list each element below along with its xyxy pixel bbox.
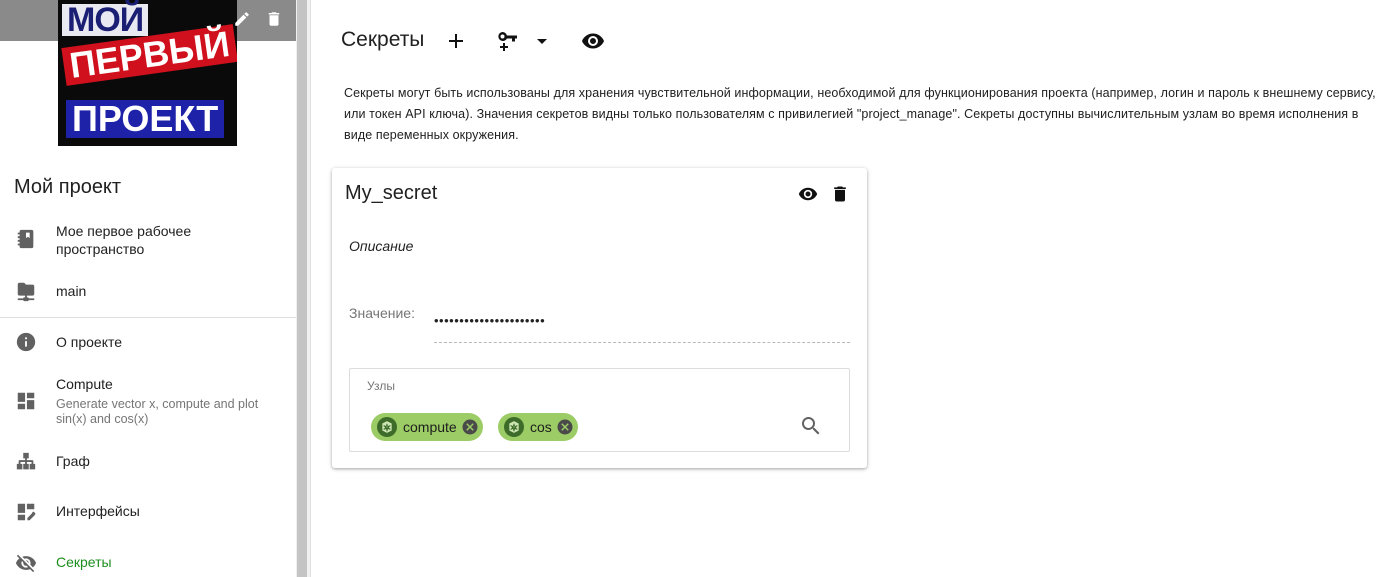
kubernetes-icon [377,417,397,437]
secret-actions [798,184,850,204]
eye-icon [582,33,604,49]
sidebar-item-compute[interactable]: Compute Generate vector x, compute and p… [0,375,296,431]
sidebar-item-main[interactable]: main [0,282,296,304]
delete-icon[interactable] [830,184,850,204]
info-icon [15,331,37,353]
node-chip-compute[interactable]: compute [371,413,483,441]
sitemap-icon [15,451,37,473]
chip-label: cos [530,419,552,435]
dashboard-icon [15,390,37,412]
nodes-label: Узлы [367,379,395,393]
kubernetes-icon [504,417,524,437]
secret-name: My_secret [345,182,438,204]
dashboard-edit-icon [15,501,37,523]
sidebar-item-interfaces[interactable]: Интерфейсы [0,502,296,524]
node-chip-cos[interactable]: cos [498,413,578,441]
secrets-description: Секреты могут быть использованы для хран… [344,86,1376,142]
sidebar-item-label: Секреты [56,554,112,570]
sidebar-item-graph[interactable]: Граф [0,452,296,474]
eye-off-icon [15,552,37,574]
key-plus-icon [498,31,517,51]
value-label: Значение: [349,305,415,321]
sidebar-item-label: Мое первое рабочее пространство [56,223,192,257]
delete-icon[interactable] [265,10,283,28]
secret-value-field[interactable] [434,298,850,343]
logo-line-1: МОЙ [62,3,149,37]
caret-down-icon [537,39,547,44]
sidebar-item-label: Граф [56,453,90,469]
search-icon[interactable] [799,414,823,438]
project-actions [233,10,283,28]
sidebar-scrollbar[interactable] [296,0,311,577]
sidebar-item-label: Интерфейсы [56,503,140,519]
close-circle-icon[interactable] [461,418,479,436]
page-title: Секреты [341,28,425,51]
secret-description[interactable]: Описание [349,238,413,254]
sidebar-divider [0,317,296,318]
notebook-icon [15,228,37,250]
sidebar-item-workspace[interactable]: Мое первое рабочее пространство [0,222,296,262]
folder-network-icon [15,280,37,302]
plus-icon [449,34,463,48]
edit-icon[interactable] [233,10,251,28]
chip-label: compute [403,419,457,435]
add-secret-button[interactable] [444,29,468,53]
show-values-button[interactable] [581,29,605,53]
logo-line-3: ПРОЕКТ [66,100,225,138]
project-title: Мой проект [14,176,122,198]
eye-icon[interactable] [798,184,818,204]
sidebar-item-label: main [56,283,87,299]
sidebar-item-label: О проекте [56,334,123,350]
nodes-field[interactable]: Узлы compute cos [349,368,850,452]
key-dropdown-button[interactable] [530,29,554,53]
main-content: Секреты Секреты могут быть использованы … [311,0,1389,577]
scrollbar-thumb[interactable] [297,0,307,577]
sidebar-item-about[interactable]: О проекте [0,331,296,355]
project-logo: МОЙ ПЕРВЫЙ ПРОЕКТ [58,0,237,146]
sidebar-item-secrets[interactable]: Секреты [0,553,296,575]
close-circle-icon[interactable] [556,418,574,436]
sidebar-item-label: Compute [56,376,113,392]
sidebar: МОЙ ПЕРВЫЙ ПРОЕКТ Мой проект Мое первое … [0,0,296,577]
key-plus-button[interactable] [496,29,520,53]
sidebar-item-sublabel: Generate vector x, compute and plot sin(… [56,397,259,426]
secret-card: My_secret Описание Значение: Узлы comput… [332,168,867,468]
